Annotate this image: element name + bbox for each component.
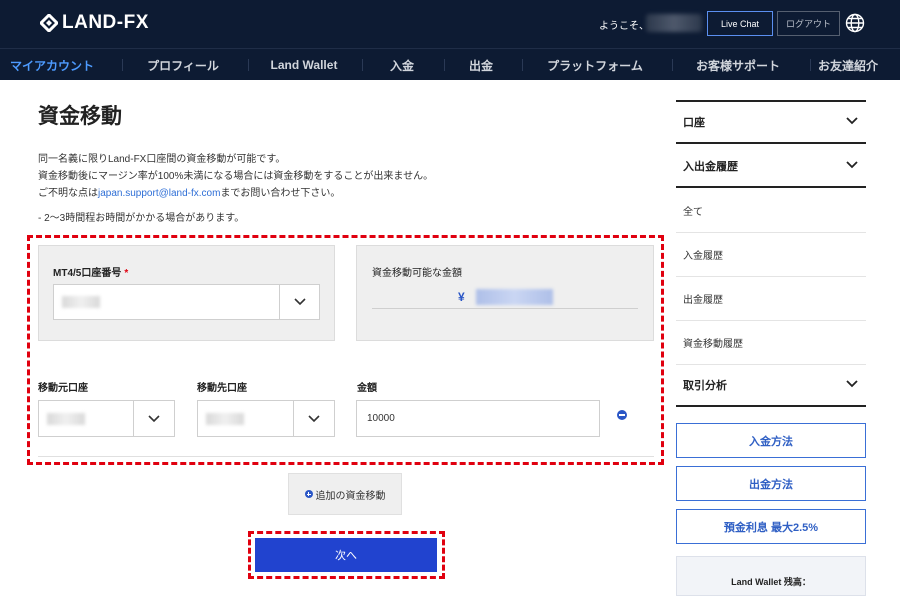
plus-circle-icon [304,490,313,498]
sidebar-history[interactable]: 入出金履歴 [676,146,866,188]
top-header: LAND-FX ようこそ、 Live Chat ログアウト [0,0,900,48]
nav-withdraw[interactable]: 出金 [452,49,510,81]
chevron-down-icon [846,116,858,128]
add-transfer-button[interactable]: 追加の資金移動 [288,473,402,515]
amount-label: 金額 [357,383,377,394]
add-transfer-label: 追加の資金移動 [315,490,386,502]
sidebar-accounts[interactable]: 口座 [676,102,866,144]
brand-logo[interactable]: LAND-FX [40,12,149,34]
chevron-down-icon [846,379,858,391]
page-title: 資金移動 [38,105,122,128]
nav-my-account[interactable]: マイアカウント [0,49,104,81]
contact-prefix: ご不明な点は [38,188,98,199]
next-button[interactable]: 次へ [255,538,437,572]
logout-button[interactable]: ログアウト [777,11,840,36]
nav-divider [444,59,445,71]
required-mark: * [124,268,129,279]
username-redacted [646,14,702,32]
sidebar-item-deposit-history[interactable]: 入金履歴 [676,233,866,277]
form-divider [38,456,654,457]
from-account-select[interactable] [38,400,175,437]
nav-profile[interactable]: プロフィール [130,49,236,81]
live-chat-button[interactable]: Live Chat [707,11,773,36]
available-amount-label: 資金移動可能な金額 [372,268,462,279]
deposit-interest-button[interactable]: 預金利息 最大2.5% [676,509,866,544]
nav-deposit[interactable]: 入金 [370,49,434,81]
from-account-label: 移動元口座 [38,383,88,394]
processing-time-note: - 2〜3時間程お時間がかかる場合があります。 [38,213,245,224]
globe-language-icon[interactable] [845,13,865,33]
welcome-text: ようこそ、 [599,21,649,32]
brand-name: LAND-FX [62,12,149,33]
nav-divider [248,59,249,71]
remove-row-icon[interactable] [617,410,627,420]
sidebar-history-label: 入出金履歴 [683,161,738,173]
account-number-label: MT4/5口座番号 * [53,264,128,279]
nav-support[interactable]: お客様サポート [680,49,796,81]
contact-suffix: までお問い合わせ下さい。 [220,188,341,199]
sidebar-trade-analysis[interactable]: 取引分析 [676,365,866,407]
nav-divider [810,59,811,71]
land-wallet-balance-box: Land Wallet 残高： [676,556,866,596]
nav-divider [122,59,123,71]
diamond-logo-icon [40,14,58,32]
land-wallet-balance-label: Land Wallet 残高： [731,577,811,587]
yen-symbol: ¥ [458,290,465,304]
amount-input[interactable]: 10000 [356,400,600,437]
sidebar-item-all[interactable]: 全て [676,189,866,233]
nav-platform[interactable]: プラットフォーム [530,49,660,81]
nav-referral[interactable]: お友達紹介 [818,49,900,81]
nav-divider [672,59,673,71]
withdraw-methods-button[interactable]: 出金方法 [676,466,866,501]
nav-divider [362,59,363,71]
sidebar-accounts-label: 口座 [683,117,705,129]
available-amount-underline [372,308,638,309]
description-line-1: 同一名義に限りLand-FX口座間の資金移動が可能です。 [38,154,286,165]
description-line-3: ご不明な点はjapan.support@land-fx.comまでお問い合わせ下… [38,184,340,199]
deposit-methods-button[interactable]: 入金方法 [676,423,866,458]
main-nav: マイアカウント プロフィール Land Wallet 入金 出金 プラットフォー… [0,48,900,80]
nav-divider [522,59,523,71]
to-account-value-redacted [206,412,244,425]
account-number-label-text: MT4/5口座番号 [53,268,122,279]
chevron-down-icon[interactable] [133,401,174,436]
sidebar-analysis-label: 取引分析 [683,380,727,392]
chevron-down-icon[interactable] [279,285,319,319]
sidebar-item-transfer-history[interactable]: 資金移動履歴 [676,321,866,365]
description-line-2: 資金移動後にマージン率が100%未満になる場合には資金移動をすることが出来ません… [38,171,434,182]
chevron-down-icon [846,160,858,172]
account-number-select[interactable] [53,284,320,320]
nav-land-wallet[interactable]: Land Wallet [256,49,352,81]
account-number-value-redacted [62,296,100,308]
sidebar-item-withdraw-history[interactable]: 出金履歴 [676,277,866,321]
to-account-select[interactable] [197,400,335,437]
from-account-value-redacted [47,412,85,425]
available-amount-redacted [476,289,553,305]
to-account-label: 移動先口座 [197,383,247,394]
support-email-link[interactable]: japan.support@land-fx.com [98,188,220,199]
chevron-down-icon[interactable] [293,401,334,436]
